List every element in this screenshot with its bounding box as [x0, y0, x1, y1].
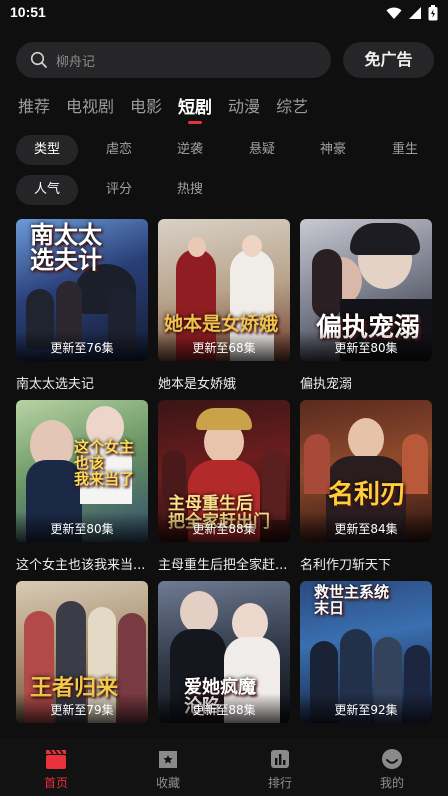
category-tabs: 推荐 电视剧 电影 短剧 动漫 综艺 — [18, 93, 324, 124]
ranking-icon — [271, 750, 289, 768]
search-placeholder: 柳舟记 — [56, 55, 96, 70]
tab-short-drama-label: 短剧 — [178, 98, 213, 118]
nav-favorites-label: 收藏 — [155, 776, 180, 790]
poster-image: 南太太 选夫计 更新至76集 — [16, 219, 148, 361]
filter-row-sort: 人气 评分 热搜 — [16, 175, 436, 205]
nav-favorites[interactable]: 收藏 — [112, 738, 224, 796]
sort-chip-trending[interactable]: 热搜 — [159, 175, 221, 205]
favorite-box-icon — [159, 751, 177, 768]
ad-free-button[interactable]: 免广告 — [343, 42, 434, 78]
drama-title: 这个女主也该我来当... — [16, 558, 146, 573]
drama-title: 南太太选夫记 — [16, 377, 95, 392]
search-icon — [30, 51, 47, 68]
episode-badge: 更新至68集 — [192, 341, 256, 355]
episode-badge: 更新至88集 — [192, 522, 256, 536]
episode-badge: 更新至84集 — [334, 522, 398, 536]
signal-icon — [409, 7, 421, 19]
filter-chip-comeback[interactable]: 逆袭 — [159, 135, 221, 165]
drama-title: 主母重生后把全家赶... — [158, 558, 288, 573]
tab-short-drama[interactable]: 短剧 — [178, 93, 213, 124]
tab-anime[interactable]: 动漫 — [228, 93, 260, 119]
drama-title: 名利作刀斩天下 — [300, 558, 392, 573]
tab-tv-series[interactable]: 电视剧 — [66, 93, 114, 119]
nav-profile-label: 我的 — [379, 776, 404, 790]
poster-image: 救世主系统 末日 更新至92集 — [300, 581, 432, 723]
drama-title: 她本是女娇娥 — [158, 377, 237, 392]
nav-home[interactable]: 首页 — [0, 738, 112, 796]
search-input[interactable]: 柳舟记 — [16, 42, 331, 78]
poster-image: 名利刃 更新至84集 — [300, 400, 432, 542]
poster-title-art: 救世主系统 末日 — [314, 583, 390, 617]
poster-title-art: 这个女主也该 我来当了 — [74, 438, 135, 488]
nav-profile[interactable]: 我的 — [336, 738, 448, 796]
filter-row-genre: 类型 虐恋 逆袭 悬疑 神豪 重生 — [16, 135, 436, 165]
nav-ranking[interactable]: 排行 — [224, 738, 336, 796]
tab-variety[interactable]: 综艺 — [276, 93, 308, 119]
tab-movie[interactable]: 电影 — [130, 93, 162, 119]
filter-chip-rebirth[interactable]: 重生 — [374, 135, 436, 165]
episode-badge: 更新至92集 — [334, 703, 398, 717]
wifi-icon — [386, 7, 402, 19]
nav-ranking-label: 排行 — [267, 776, 292, 790]
sort-chip-popularity[interactable]: 人气 — [16, 175, 78, 205]
poster-title-art: 名利刃 — [328, 480, 407, 510]
poster-image: 这个女主也该 我来当了 更新至80集 — [16, 400, 148, 542]
tab-recommend[interactable]: 推荐 — [18, 93, 50, 119]
filter-chip-type[interactable]: 类型 — [16, 135, 78, 165]
status-icons — [386, 5, 438, 21]
episode-badge: 更新至79集 — [50, 703, 114, 717]
poster-title-art: 南太太 选夫计 — [30, 221, 102, 275]
filter-chip-suspense[interactable]: 悬疑 — [231, 135, 293, 165]
battery-icon — [428, 5, 438, 21]
status-bar: 10:51 — [0, 0, 448, 26]
sort-chip-rating[interactable]: 评分 — [88, 175, 150, 205]
poster-image: 她本是女娇娥 更新至68集 — [158, 219, 290, 361]
poster-image: 偏执宠溺 更新至80集 — [300, 219, 432, 361]
episode-badge: 更新至80集 — [334, 341, 398, 355]
bottom-navigation: 首页 收藏 排行 我的 — [0, 738, 448, 796]
poster-image: 王者归来 更新至79集 — [16, 581, 148, 723]
profile-smile-icon — [382, 749, 402, 769]
status-time: 10:51 — [10, 4, 46, 20]
clapperboard-icon — [46, 749, 66, 769]
nav-home-label: 首页 — [43, 776, 68, 790]
filter-chip-tycoon[interactable]: 神豪 — [302, 135, 364, 165]
poster-image: 主母重生后把全家赶出门 更新至88集 — [158, 400, 290, 542]
episode-badge: 更新至80集 — [50, 522, 114, 536]
episode-badge: 更新至76集 — [50, 341, 114, 355]
filter-chip-abuse-romance[interactable]: 虐恋 — [88, 135, 150, 165]
episode-badge: 更新至88集 — [192, 703, 256, 717]
poster-image: 爱她疯魔沦陷 更新至88集 — [158, 581, 290, 723]
drama-title: 偏执宠溺 — [300, 377, 353, 392]
active-tab-indicator — [188, 121, 203, 124]
